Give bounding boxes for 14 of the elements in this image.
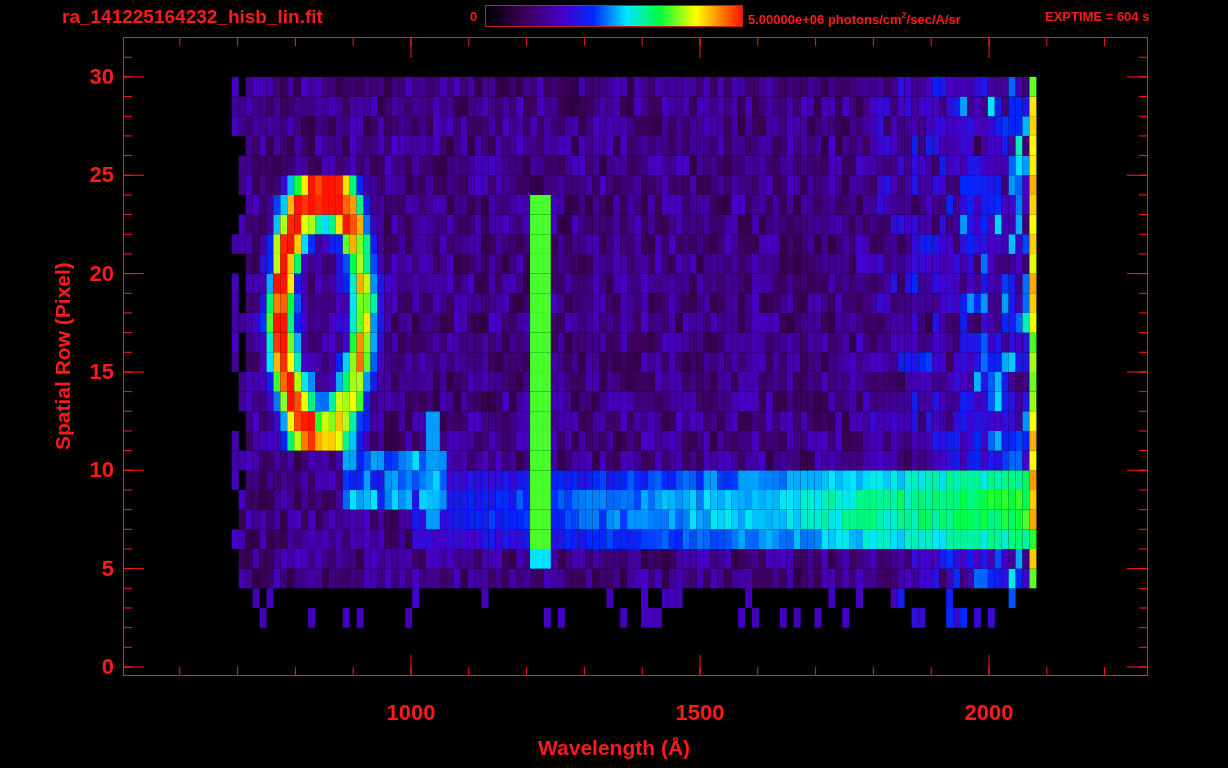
y-axis-label: Spatial Row (Pixel) <box>50 261 75 452</box>
x-tick-label: 2000 <box>963 700 1015 726</box>
y-tick-label: 10 <box>88 457 114 484</box>
x-axis-label: Wavelength (Å) <box>538 736 691 761</box>
y-tick-label: 5 <box>100 555 114 582</box>
x-tick-label: 1000 <box>385 700 437 726</box>
y-tick-label: 30 <box>88 63 114 90</box>
exposure-time: EXPTIME = 604 s <box>1045 10 1150 25</box>
scale-max-label: 5.00000e+06 photons/cm$^{2}$/sec/A/sr <box>748 10 961 28</box>
file-title: ra_141225164232_hisb_lin.fit <box>62 6 323 28</box>
y-tick-label: 0 <box>100 654 114 680</box>
y-tick-label: 25 <box>88 162 114 189</box>
scale-min-label: 0 <box>470 10 478 25</box>
x-tick-label: 1500 <box>674 700 726 726</box>
